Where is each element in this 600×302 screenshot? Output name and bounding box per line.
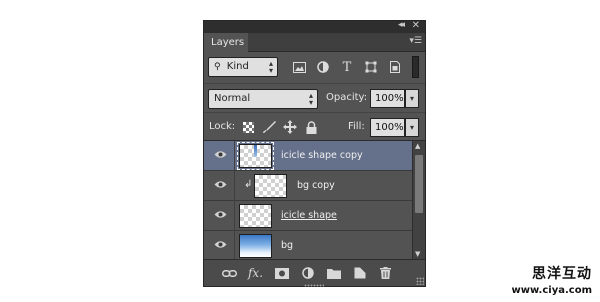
scroll-thumb[interactable] (415, 155, 423, 213)
double-chevron-left-icon[interactable]: ◂◂ (398, 20, 405, 30)
layer-thumbnail[interactable] (237, 142, 274, 170)
panel-menu-icon[interactable]: ▾☰ (409, 36, 422, 46)
eye-icon[interactable] (213, 209, 227, 223)
lock-icon-group (240, 119, 319, 135)
fill-dropdown-button[interactable]: ▾ (405, 118, 419, 137)
layer-row[interactable]: icicle shape copy (204, 141, 412, 171)
divider (234, 231, 235, 261)
new-group-icon[interactable] (324, 265, 343, 281)
layer-name[interactable]: bg copy (297, 180, 335, 191)
lock-row: Lock: Fill: 100% ▾ (204, 113, 425, 141)
search-icon: ⚲ (214, 62, 221, 72)
select-arrows-icon: ▴ ▾ (308, 91, 313, 107)
layer-row[interactable]: icicle shape (204, 201, 412, 231)
filter-row: ⚲ Kind ▴ ▾ T (204, 52, 425, 84)
tab-layers[interactable]: Layers (204, 33, 248, 52)
select-arrows-icon: ▴ ▾ (268, 59, 273, 75)
lock-position-icon[interactable] (282, 119, 298, 135)
eye-icon[interactable] (213, 239, 227, 253)
scroll-down-icon[interactable]: ▼ (415, 250, 420, 258)
blend-mode-value: Normal (214, 93, 251, 104)
scroll-up-icon[interactable]: ▲ (415, 142, 420, 150)
watermark-url: www.ciya.com (511, 285, 592, 296)
layer-name[interactable]: bg (281, 240, 293, 251)
fill-label: Fill: (348, 121, 365, 132)
blend-mode-select[interactable]: Normal ▴ ▾ (208, 89, 318, 109)
bottom-icon-group: fx. (220, 265, 395, 281)
layer-name[interactable]: icicle shape (281, 210, 337, 221)
layer-thumbnail[interactable] (254, 174, 287, 198)
type-filter-icon[interactable]: T (338, 58, 356, 76)
clipping-mask-arrow-icon: ↲ (244, 179, 253, 190)
lock-label: Lock: (209, 121, 236, 132)
watermark: 思洋互动 www.ciya.com (488, 263, 592, 296)
layer-list-scrollbar[interactable]: ▲ ▼ (412, 141, 425, 259)
layer-thumbnail[interactable] (239, 234, 272, 258)
close-icon[interactable]: ✕ (412, 20, 420, 31)
lock-all-icon[interactable] (303, 119, 319, 135)
panel-tabbar: Layers ▾☰ (204, 33, 425, 52)
layer-thumbnail[interactable] (239, 204, 272, 228)
adjustment-filter-icon[interactable] (314, 58, 332, 76)
lock-image-pixels-icon[interactable] (261, 119, 277, 135)
resize-grip[interactable] (416, 277, 424, 285)
panel-titlebar: ◂◂ ✕ (204, 20, 425, 33)
layer-list: icicle shape copy ↲ bg copy icicle shape (204, 141, 412, 261)
blend-row: Normal ▴ ▾ Opacity: 100% ▾ (204, 84, 425, 113)
opacity-dropdown-button[interactable]: ▾ (405, 89, 419, 108)
layer-name[interactable]: icicle shape copy (281, 150, 363, 161)
icicle-drip (254, 145, 257, 157)
divider (234, 201, 235, 231)
trash-icon[interactable] (376, 265, 395, 281)
panel-drag-handle[interactable] (304, 284, 324, 287)
layer-row[interactable]: bg (204, 231, 412, 261)
fill-input[interactable]: 100% (370, 118, 405, 137)
image-filter-icon[interactable] (290, 58, 308, 76)
kind-filter-label: Kind (226, 61, 249, 72)
lock-transparent-pixels-icon[interactable] (240, 119, 256, 135)
add-mask-icon[interactable] (272, 265, 291, 281)
shape-filter-icon[interactable] (362, 58, 380, 76)
fx-icon[interactable]: fx. (246, 265, 265, 281)
filter-icon-group: T (290, 58, 404, 76)
eye-icon[interactable] (213, 179, 227, 193)
watermark-chinese-text: 思洋互动 (532, 266, 592, 282)
new-layer-icon[interactable] (350, 265, 369, 281)
smart-object-filter-icon[interactable] (386, 58, 404, 76)
divider (234, 141, 235, 171)
adjustment-layer-icon[interactable] (298, 265, 317, 281)
opacity-label: Opacity: (326, 92, 368, 103)
filter-toggle-switch[interactable] (412, 56, 419, 78)
layers-panel: ◂◂ ✕ Layers ▾☰ ⚲ Kind ▴ ▾ T Normal ▴ ▾ O… (203, 20, 426, 287)
panel-bottom-toolbar: fx. (204, 259, 425, 287)
link-layers-icon[interactable] (220, 265, 239, 281)
eye-icon[interactable] (213, 149, 227, 163)
layer-row[interactable]: ↲ bg copy (204, 171, 412, 201)
opacity-input[interactable]: 100% (370, 89, 405, 108)
kind-filter-select[interactable]: ⚲ Kind ▴ ▾ (208, 57, 278, 77)
divider (234, 171, 235, 201)
